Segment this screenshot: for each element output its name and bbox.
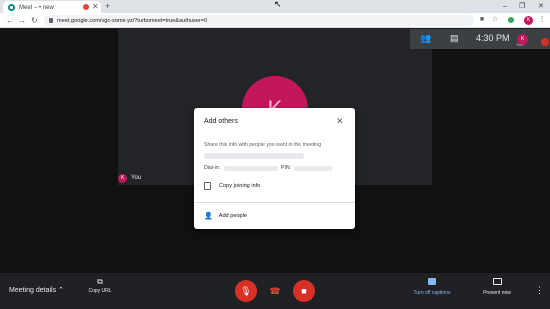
window-restore-button[interactable]: ❐ [519, 0, 525, 13]
present-now-button[interactable]: Present now [477, 278, 517, 296]
tab-strip: Meet – • new ✕ + ↖ – ❐ ✕ [0, 0, 550, 14]
captions-toggle-button[interactable]: Turn off captions [408, 278, 456, 296]
add-person-icon: 👤 [204, 213, 213, 220]
extension-icon[interactable] [508, 17, 514, 23]
self-view-label: K You [118, 170, 178, 186]
copy-joining-info-button[interactable]: Copy joining info [204, 180, 260, 192]
chevron-up-icon: ⌃ [58, 287, 64, 294]
bookmark-star-icon[interactable]: ☆ [491, 16, 499, 24]
microphone-off-button[interactable]: 🎙 [235, 280, 257, 302]
browser-toolbar: ← → ↻ meet.google.com/vgc-somx-yzi?turbo… [0, 13, 550, 28]
add-others-dialog: Add others ✕ Share this info with people… [194, 108, 355, 229]
meeting-details-label: Meeting details [9, 287, 57, 294]
address-bar[interactable]: meet.google.com/vgc-somx-yzi?turbomeet=t… [44, 15, 474, 26]
recording-badge-icon [541, 38, 549, 46]
present-screen-icon [492, 278, 502, 285]
copy-icon [204, 182, 211, 190]
profile-avatar[interactable]: K [524, 16, 533, 25]
tab-title: Meet – • new [19, 4, 54, 11]
people-icon[interactable]: 👥 [420, 33, 431, 43]
mouse-cursor-icon: ↖ [274, 0, 282, 9]
reload-icon[interactable]: ↻ [31, 13, 38, 28]
pin-label: PIN: [281, 165, 292, 171]
more-options-icon[interactable]: ⋮ [535, 284, 544, 296]
meeting-clock: 4:30 PM [476, 33, 510, 43]
phone-hangup-icon: ☎ [269, 286, 281, 296]
chat-icon[interactable]: ▤ [450, 33, 459, 43]
self-mini-label: You [516, 42, 523, 47]
hang-up-button[interactable]: ☎ [264, 280, 286, 302]
dialog-title: Add others [204, 118, 238, 125]
copy-url-icon: ⧉ [97, 277, 103, 286]
self-name: You [131, 175, 142, 181]
meeting-top-panel: 👥 ▤ 4:30 PM [410, 29, 550, 49]
recording-indicator-icon [83, 4, 89, 10]
tab-close-icon[interactable]: ✕ [92, 1, 99, 13]
window-minimize-button[interactable]: – [503, 0, 507, 13]
camera-off-button[interactable]: ■ [293, 280, 315, 302]
forward-arrow-icon[interactable]: → [18, 13, 26, 28]
dialog-close-icon[interactable]: ✕ [336, 116, 344, 126]
meet-favicon-icon [8, 4, 15, 11]
dial-in-label: Dial-in: [204, 165, 221, 171]
add-people-label: Add people [218, 213, 248, 219]
meeting-controls-bar: Meeting details ⌃ ⧉ Copy URL 🎙 ☎ ■ Turn … [0, 273, 550, 309]
camera-in-use-icon[interactable]: ■ [478, 16, 486, 24]
add-people-button[interactable]: 👤 Add people [204, 210, 247, 222]
mic-off-icon: 🎙 [240, 286, 252, 296]
present-now-label: Present now [483, 290, 511, 296]
back-arrow-icon[interactable]: ← [6, 13, 14, 28]
new-tab-button[interactable]: + [105, 0, 110, 13]
self-avatar: K [118, 173, 127, 183]
dialog-divider [194, 202, 355, 203]
window-close-button[interactable]: ✕ [538, 0, 544, 13]
captions-icon [428, 278, 436, 285]
copy-url-button[interactable]: ⧉ Copy URL [88, 277, 112, 294]
lock-icon [49, 18, 53, 23]
copy-url-label: Copy URL [88, 288, 112, 294]
meeting-details-button[interactable]: Meeting details ⌃ [9, 286, 64, 294]
copy-joining-info-label: Copy joining info [219, 183, 261, 189]
pin-redacted [294, 166, 332, 171]
dialog-description: Share this info with people you want in … [204, 142, 322, 148]
url-text: meet.google.com/vgc-somx-yzi?turbomeet=t… [57, 17, 208, 24]
captions-label: Turn off captions [413, 290, 451, 296]
dial-in-number-redacted [224, 166, 278, 171]
meeting-link-redacted [204, 153, 304, 159]
chrome-menu-icon[interactable]: ⋮ [538, 16, 546, 24]
camera-off-icon: ■ [301, 286, 307, 296]
